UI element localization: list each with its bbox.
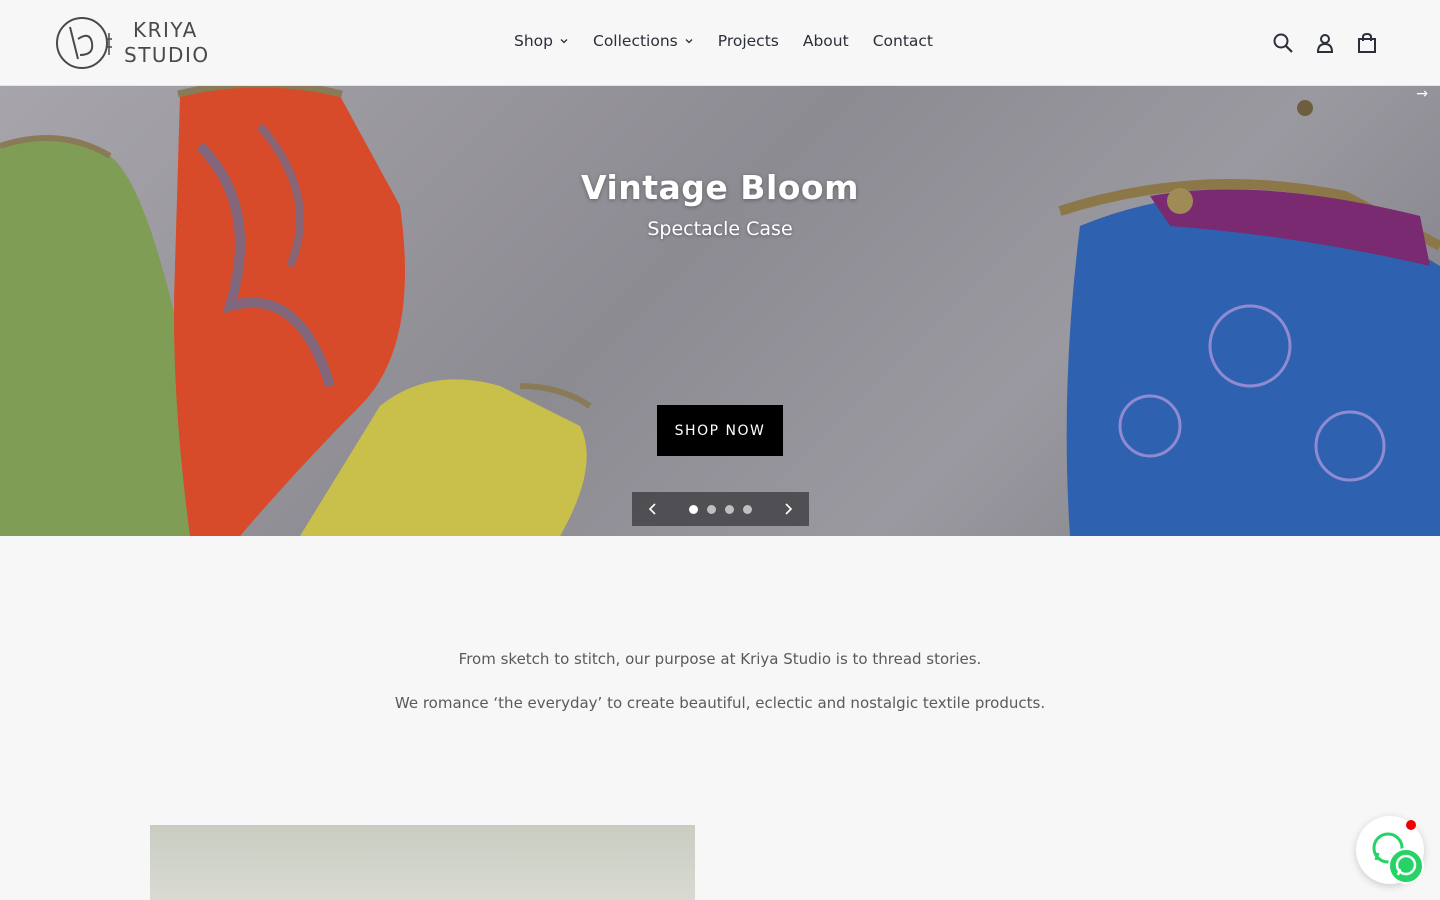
intro-text: From sketch to stitch, our purpose at Kr… xyxy=(0,648,1440,714)
intro-line-1: From sketch to stitch, our purpose at Kr… xyxy=(458,650,982,668)
nav-item-projects[interactable]: Projects xyxy=(718,32,779,50)
logo-mark-icon xyxy=(56,17,112,69)
hero-image xyxy=(0,86,1440,536)
chevron-down-icon xyxy=(560,39,568,44)
notification-dot xyxy=(1406,820,1416,830)
chevron-right-icon[interactable] xyxy=(781,502,795,516)
nav-item-label: Shop xyxy=(514,32,553,50)
slideshow-controls xyxy=(632,492,809,526)
slide-dot-2[interactable] xyxy=(707,504,716,514)
logo-line-1: KRIYA xyxy=(133,18,198,42)
slide-dot-4[interactable] xyxy=(743,504,752,514)
nav-item-contact[interactable]: Contact xyxy=(873,32,933,50)
cart-icon[interactable] xyxy=(1356,32,1378,54)
site-header: KRIYA STUDIO Shop Collections Projects A… xyxy=(0,0,1440,86)
slide-dot-1[interactable] xyxy=(689,504,698,514)
logo-text: KRIYA STUDIO xyxy=(124,18,210,68)
nav-item-collections[interactable]: Collections xyxy=(593,32,694,50)
whatsapp-badge-icon xyxy=(1388,848,1424,884)
search-icon[interactable] xyxy=(1272,32,1294,54)
nav-item-shop[interactable]: Shop xyxy=(514,32,569,50)
slide-dot-3[interactable] xyxy=(725,504,734,514)
nav-item-about[interactable]: About xyxy=(803,32,849,50)
logo[interactable]: KRIYA STUDIO xyxy=(56,15,210,71)
shop-now-button[interactable]: SHOP NOW xyxy=(657,405,783,456)
hero-title: Vintage Bloom xyxy=(581,168,859,207)
header-icons xyxy=(1272,32,1378,54)
intro-line-2: We romance ‘the everyday’ to create beau… xyxy=(394,694,1046,712)
chevron-down-icon xyxy=(685,39,693,44)
hero-slideshow: → Vintage Bloom Spectacle Case SHOP NOW xyxy=(0,86,1440,536)
nav-item-label: Contact xyxy=(872,32,933,50)
slide-dots xyxy=(689,504,752,514)
feature-image[interactable] xyxy=(150,825,695,900)
nav-item-label: About xyxy=(802,32,849,50)
chevron-left-icon[interactable] xyxy=(646,502,660,516)
arrow-right-icon[interactable]: → xyxy=(1416,86,1428,102)
logo-line-2: STUDIO xyxy=(124,43,210,67)
hero-subtitle: Spectacle Case xyxy=(647,218,793,240)
main-nav: Shop Collections Projects About Contact xyxy=(514,32,933,50)
account-icon[interactable] xyxy=(1314,32,1336,54)
nav-item-label: Projects xyxy=(717,32,779,50)
nav-item-label: Collections xyxy=(593,32,678,50)
